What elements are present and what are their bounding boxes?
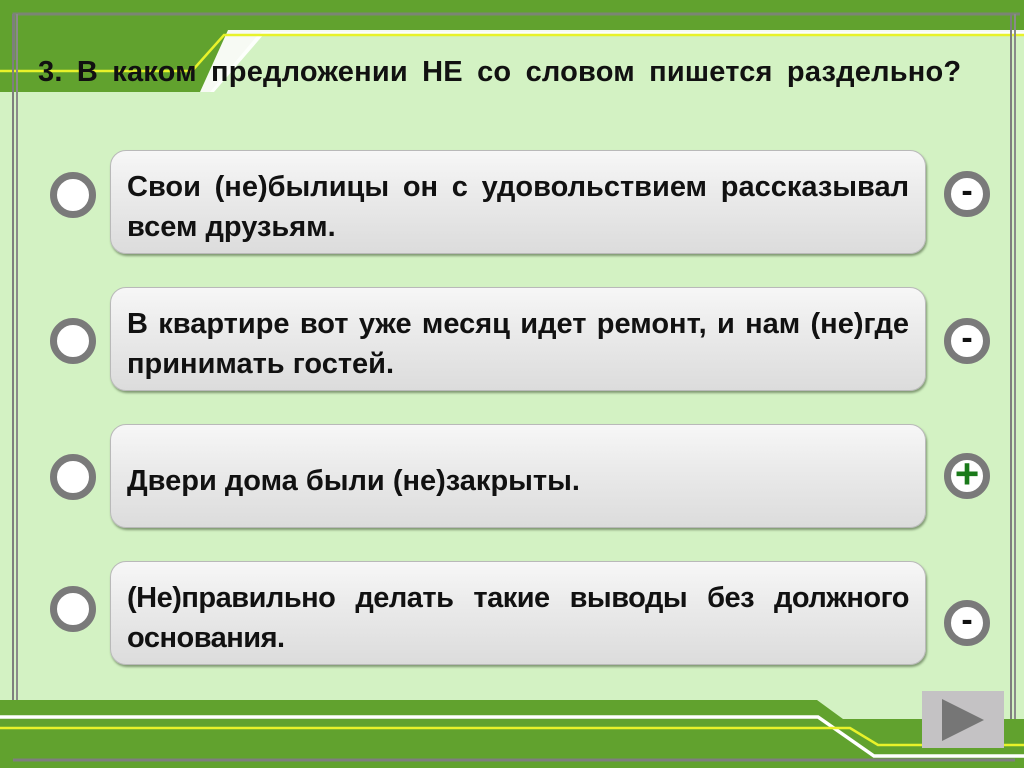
answer-1-box[interactable]: Свои (не)былицы он с удовольствием расск…	[110, 150, 926, 254]
answer-1-text: Свои (не)былицы он с удовольствием расск…	[127, 171, 909, 243]
bottom-band	[0, 700, 1024, 768]
plus-icon: +	[954, 450, 980, 497]
answer-2-radio[interactable]	[50, 318, 96, 364]
answer-3-radio[interactable]	[50, 454, 96, 500]
next-slide-button[interactable]	[922, 691, 1004, 748]
answer-4-result-minus-icon: -	[944, 600, 990, 646]
answer-4-radio[interactable]	[50, 586, 96, 632]
answer-4-text: (Не)правильно делать такие выводы без до…	[127, 582, 910, 654]
answer-4-box[interactable]: (Не)правильно делать такие выводы без до…	[110, 561, 926, 665]
answer-3-text: Двери дома были (не)закрыты.	[127, 465, 580, 497]
answer-2-box[interactable]: В квартире вот уже месяц идет ремонт, и …	[110, 287, 926, 391]
play-triangle-icon	[942, 699, 984, 741]
answer-3-result-plus-icon: +	[944, 450, 990, 499]
answer-2-result-minus-icon: -	[944, 318, 990, 364]
answer-3-box[interactable]: Двери дома были (не)закрыты.	[110, 424, 926, 528]
minus-icon: -	[961, 601, 973, 639]
answer-2-text: В квартире вот уже месяц идет ремонт, и …	[127, 308, 909, 380]
quiz-slide: 3. В каком предложении НЕ со словом пише…	[0, 0, 1024, 768]
minus-icon: -	[961, 172, 973, 210]
answer-1-radio[interactable]	[50, 172, 96, 218]
minus-icon: -	[961, 319, 973, 357]
question-text: 3. В каком предложении НЕ со словом пише…	[38, 56, 962, 88]
answer-1-result-minus-icon: -	[944, 171, 990, 217]
